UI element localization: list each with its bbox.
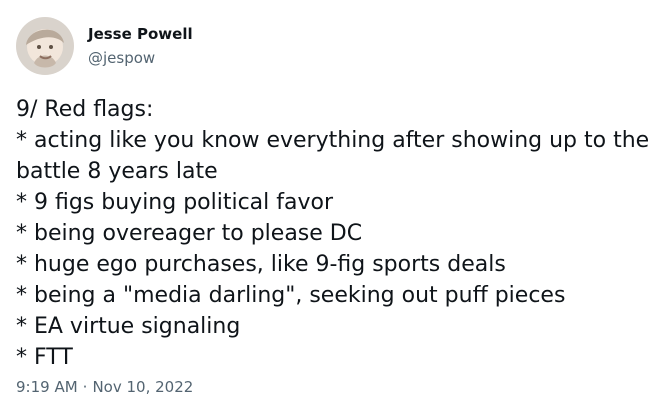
author-display-name[interactable]: Jesse Powell [88,24,193,44]
tweet-header: Jesse Powell @jespow [16,17,193,75]
tweet-text: 9/ Red flags: * acting like you know eve… [16,94,656,373]
tweet-line: * huge ego purchases, like 9-fig sports … [16,252,506,277]
tweet-card: Jesse Powell @jespow 9/ Red flags: * act… [0,0,672,409]
tweet-line: 9/ Red flags: [16,97,154,122]
tweet-meta: 9:19 AM · Nov 10, 2022 [16,377,193,397]
tweet-date[interactable]: Nov 10, 2022 [92,377,193,397]
tweet-line: * EA virtue signaling [16,314,241,339]
tweet-time[interactable]: 9:19 AM [16,377,78,397]
tweet-line: * being overeager to please DC [16,221,363,246]
tweet-line: * being a "media darling", seeking out p… [16,283,566,308]
author-handle[interactable]: @jespow [88,48,193,68]
tweet-line: * 9 figs buying political favor [16,190,334,215]
meta-separator: · [82,378,88,396]
tweet-line: * acting like you know everything after … [16,128,650,153]
profile-photo-avatar-icon [16,17,74,75]
author-identity: Jesse Powell @jespow [88,24,193,68]
avatar[interactable] [16,17,74,75]
tweet-line: * FTT [16,345,73,370]
tweet-line: battle 8 years late [16,159,218,184]
